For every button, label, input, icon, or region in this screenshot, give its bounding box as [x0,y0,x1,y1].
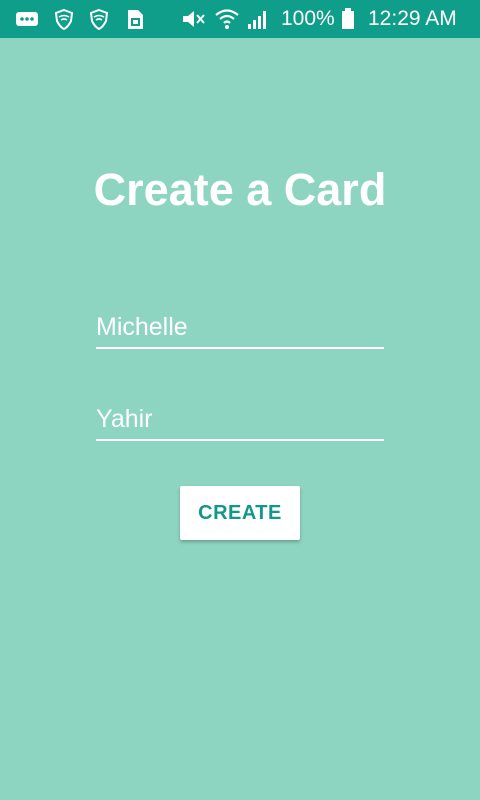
mute-icon [180,6,206,32]
create-button[interactable]: CREATE [180,486,300,540]
status-bar: 100% 12:29 AM [0,0,480,38]
sim-icon [122,6,148,32]
signal-icon [244,6,270,32]
shield-icon [86,6,112,32]
message-icon [14,6,40,32]
battery-percent: 100% [281,7,335,30]
wifi-icon [214,6,240,32]
battery-icon [340,6,356,32]
clock-time: 12:29 AM [368,7,457,30]
last-name-field[interactable]: Yahir [96,403,384,441]
shield-icon [51,6,77,32]
page-title: Create a Card [93,164,387,215]
first-name-field[interactable]: Michelle [96,311,384,349]
